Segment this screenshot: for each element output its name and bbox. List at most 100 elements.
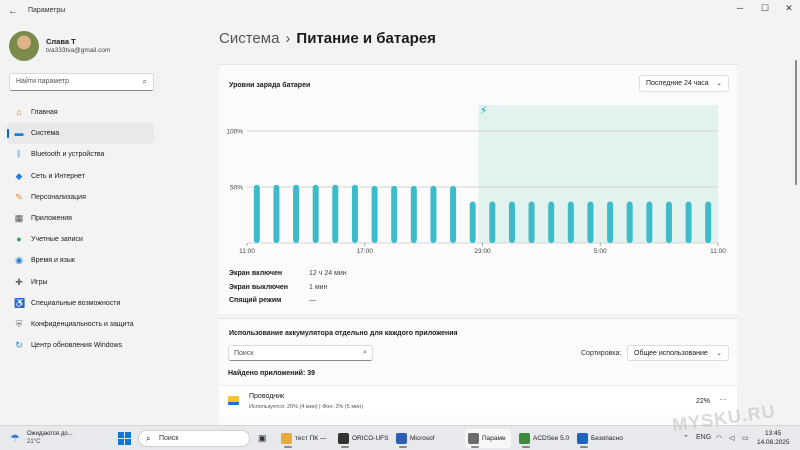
search-placeholder: Найти параметр — [16, 78, 69, 85]
sidebar-item-4[interactable]: ✎ Персонализация — [7, 187, 154, 208]
running-indicator — [522, 446, 530, 448]
sidebar-item-9[interactable]: ♿ Специальные возможности — [7, 293, 154, 314]
sidebar-item-label: Игры — [31, 278, 48, 286]
sidebar-item-2[interactable]: ᛒ Bluetooth и устройства — [7, 144, 154, 165]
task-view-icon[interactable]: ▣ — [258, 433, 267, 444]
app-icon — [281, 433, 292, 444]
battery-bar — [646, 201, 653, 243]
taskbar-app-label: тест ПК — — [295, 435, 327, 442]
x-tick-label: 11:00 — [710, 248, 726, 255]
y-tick-label: 50% — [230, 185, 243, 192]
stat-screen-on-label: Экран включен — [229, 270, 283, 277]
battery-bar — [685, 201, 692, 243]
app-usage-title: Использование аккумулятора отдельно для … — [229, 330, 458, 337]
taskbar-app-label: Парамe — [482, 435, 506, 442]
sidebar-item-8[interactable]: ✚ Игры — [7, 272, 154, 293]
user-email: tva333tva@gmail.com — [46, 47, 111, 54]
home-icon: ⌂ — [16, 107, 22, 117]
battery-bar — [332, 184, 339, 243]
battery-bar — [705, 201, 712, 243]
running-indicator — [399, 446, 407, 448]
sidebar-item-3[interactable]: ◆ Сеть и Интернет — [7, 166, 154, 187]
settings-search-input[interactable]: Найти параметр ⌕ — [9, 73, 154, 91]
sort-label: Сортировка: — [581, 350, 622, 357]
sort-value: Общее использование — [634, 350, 708, 357]
weather-temp[interactable]: 21°C — [27, 439, 40, 445]
weather-storm-icon[interactable]: ☂ — [10, 432, 20, 445]
title-bar: ← Параметры ─ ☐ ✕ — [0, 0, 800, 24]
sidebar-item-1[interactable]: ▬ Система — [7, 123, 154, 145]
wifi-icon[interactable]: ◠ — [716, 434, 722, 442]
battery-bar — [273, 184, 280, 243]
brush-icon: ✎ — [15, 191, 23, 202]
sidebar-item-label: Специальные возможности — [31, 299, 121, 307]
sidebar-item-6[interactable]: ● Учетные записи — [7, 229, 154, 250]
sidebar-item-11[interactable]: ↻ Центр обновления Windows — [7, 335, 154, 356]
y-tick-label: 100% — [226, 129, 243, 136]
clock-time[interactable]: 13:45 — [765, 430, 781, 437]
taskbar-app-4[interactable]: ACDSee 5.0 — [516, 429, 570, 448]
sidebar-nav: ⌂ Главная ▬ Система ᛒ Bluetooth и устройства ◆… — [7, 102, 154, 356]
volume-icon[interactable]: ◁ — [729, 434, 734, 442]
scrollbar[interactable] — [795, 60, 797, 185]
sidebar-item-0[interactable]: ⌂ Главная — [7, 102, 154, 123]
close-icon[interactable]: ✕ — [782, 3, 796, 14]
battery-levels-card: Уровни заряда батареи Последние 24 часа … — [219, 64, 737, 314]
app-search-input[interactable]: Поиск ⌕ — [228, 345, 373, 361]
stat-screen-on-value: 12 ч 24 мин — [309, 270, 347, 277]
taskbar-search[interactable]: ⌕ Поиск — [138, 430, 250, 447]
network-icon: ◆ — [15, 170, 23, 181]
x-tick-label: 23:00 — [474, 248, 491, 255]
gamepad-icon: ✚ — [15, 276, 23, 287]
taskbar-app-0[interactable]: тест ПК — — [278, 429, 330, 448]
battery-icon[interactable]: ▭ — [742, 434, 749, 442]
sidebar-item-label: Учетные записи — [31, 236, 83, 244]
taskbar-app-5[interactable]: Безопасно — [574, 429, 632, 448]
lang-indicator[interactable]: ENG — [696, 434, 711, 441]
folder-icon — [228, 396, 239, 405]
search-icon: ⌕ — [142, 77, 147, 86]
window-title: Параметры — [28, 7, 66, 14]
sidebar-item-label: Главная — [31, 109, 58, 116]
back-arrow-icon[interactable]: ← — [8, 6, 18, 17]
app-search-placeholder: Поиск — [234, 350, 254, 357]
minimize-icon[interactable]: ─ — [733, 3, 747, 13]
sort-dropdown[interactable]: Общее использование ⌄ — [627, 345, 729, 361]
battery-chart: ⚡ 100% 50% 11:00 17:00 23:00 5:00 11:00 — [226, 104, 726, 255]
taskbar-app-label: Безопасно — [591, 435, 623, 442]
running-indicator — [580, 446, 588, 448]
battery-bar — [528, 201, 535, 243]
sidebar-item-label: Bluetooth и устройства — [31, 151, 105, 159]
taskbar-app-1[interactable]: ORICO-UFS — [335, 429, 389, 448]
sidebar-item-5[interactable]: ▦ Приложения — [7, 208, 154, 229]
sidebar-item-label: Конфиденциальность и защита — [31, 320, 134, 328]
clock-date[interactable]: 14.08.2025 — [757, 439, 790, 446]
avatar — [9, 31, 39, 61]
app-row[interactable]: Проводник Используется: 20% (4 мин) | Фо… — [219, 385, 737, 415]
running-indicator — [284, 446, 292, 448]
weather-text[interactable]: Ожидаются до... — [27, 431, 73, 437]
app-icon — [396, 433, 407, 444]
start-windows-icon[interactable] — [118, 432, 131, 445]
breadcrumb-parent[interactable]: Система — [219, 30, 279, 47]
chevron-up-icon[interactable]: ⌃ — [683, 434, 689, 442]
shield-icon: ⛨ — [15, 318, 23, 329]
battery-bar — [508, 201, 515, 243]
sidebar-item-label: Центр обновления Windows — [31, 342, 123, 350]
maximize-icon[interactable]: ☐ — [758, 3, 772, 14]
stat-screen-off-label: Экран выключен — [229, 284, 289, 291]
running-indicator — [341, 446, 349, 448]
app-icon — [519, 433, 530, 444]
sidebar-item-10[interactable]: ⛨ Конфиденциальность и защита — [7, 314, 154, 335]
battery-bar — [430, 185, 437, 243]
app-icon — [338, 433, 349, 444]
battery-bar — [391, 185, 398, 243]
sidebar-item-7[interactable]: ◉ Время и язык — [7, 250, 154, 271]
taskbar-app-3[interactable]: Парамe — [465, 429, 511, 448]
app-name: Проводник — [249, 393, 285, 400]
more-options-icon[interactable]: ··· — [719, 395, 727, 404]
battery-bar — [626, 201, 633, 243]
search-icon: ⌕ — [146, 434, 151, 443]
page-title: Питание и батарея — [296, 30, 436, 47]
taskbar-app-2[interactable]: Microsof — [393, 429, 437, 448]
